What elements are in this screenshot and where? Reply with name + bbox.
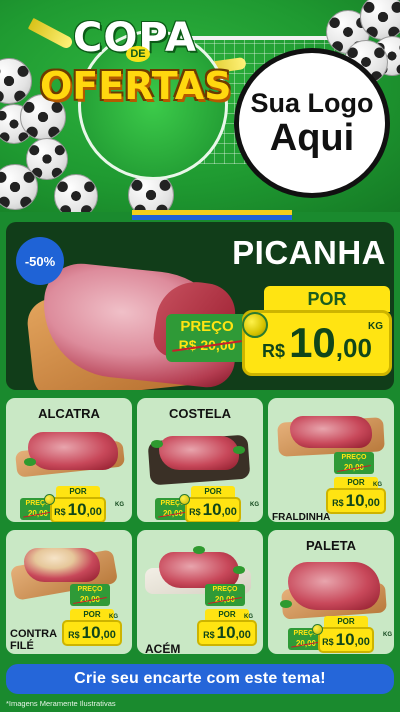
card-price-decimal: ,00 bbox=[235, 629, 251, 641]
hero-product-name: PICANHA bbox=[232, 234, 386, 271]
hero-por-label: POR bbox=[264, 286, 390, 312]
card-unit: KG bbox=[109, 614, 118, 620]
card-price-tag: R$ 10 ,00 KG bbox=[50, 497, 124, 522]
card-product-name: COSTELA bbox=[168, 406, 232, 421]
hero-currency: R$ bbox=[262, 341, 286, 361]
title-de: DE bbox=[126, 46, 150, 62]
fraldinha-image bbox=[290, 416, 372, 448]
create-flyer-button[interactable]: Crie seu encarte com este tema! bbox=[6, 664, 394, 694]
card-currency: R$ bbox=[54, 507, 66, 517]
card-price-decimal: ,00 bbox=[354, 636, 370, 648]
herb-garnish-icon bbox=[233, 446, 245, 454]
card-product-name: ALCATRA bbox=[38, 406, 100, 421]
card-price-tag: R$ 10 ,00 KG bbox=[185, 497, 259, 522]
card-price-decimal: ,00 bbox=[221, 506, 237, 518]
card-unit: KG bbox=[115, 502, 124, 508]
acem-image bbox=[159, 552, 239, 588]
contra-file-image bbox=[24, 548, 100, 582]
paleta-image bbox=[288, 562, 380, 610]
card-currency: R$ bbox=[322, 637, 334, 647]
soccer-ball-icon bbox=[312, 624, 323, 635]
costela-image bbox=[159, 436, 239, 470]
herb-garnish-icon bbox=[151, 440, 163, 448]
card-price-integer: 10 bbox=[335, 630, 355, 649]
card-old-price-box: PREÇO 20,00 bbox=[70, 584, 110, 606]
image-disclaimer: *Imagens Meramente Ilustrativas bbox=[6, 699, 116, 708]
product-card-alcatra[interactable]: ALCATRA POR PREÇO 20,00 R$ 10 ,00 KG bbox=[6, 398, 132, 522]
header-banner: COPA DE OFERTAS Sua Logo Aqui bbox=[0, 0, 400, 212]
alcatra-image bbox=[28, 432, 118, 470]
hero-preco-label: PREÇO bbox=[180, 318, 234, 335]
product-card-acem[interactable]: PREÇO 20,00 POR R$ 10 ,00 KG ACÉM bbox=[137, 530, 263, 654]
hero-old-price-box: PREÇO R$ 20,00 bbox=[166, 314, 248, 362]
card-product-name: ACÉM bbox=[145, 642, 181, 654]
card-unit: KG bbox=[244, 614, 253, 620]
herb-garnish-icon bbox=[233, 566, 245, 574]
card-old-price: 20,00 bbox=[70, 595, 110, 605]
card-price-tag: R$ 10 ,00 KG bbox=[62, 614, 122, 646]
title-ofertas: OFERTAS bbox=[40, 64, 232, 108]
card-product-name-line1: CONTRA bbox=[10, 628, 58, 640]
soccer-ball-icon bbox=[179, 494, 190, 505]
soccer-ball-icon bbox=[44, 494, 55, 505]
hero-old-price: R$ 20,00 bbox=[166, 337, 248, 353]
card-price-tag: R$ 10 ,00 KG bbox=[197, 614, 257, 646]
card-price-integer: 10 bbox=[81, 623, 101, 642]
soccer-ball-icon bbox=[0, 58, 32, 104]
card-preco-label: PREÇO bbox=[341, 454, 367, 461]
card-unit: KG bbox=[250, 502, 259, 508]
card-price-decimal: ,00 bbox=[100, 629, 116, 641]
card-price-integer: 10 bbox=[345, 491, 365, 510]
card-old-price: 20,00 bbox=[205, 595, 245, 605]
card-unit: KG bbox=[373, 482, 382, 488]
logo-text-line1: Sua Logo bbox=[250, 88, 374, 118]
card-old-price-box: PREÇO 20,00 bbox=[334, 452, 374, 474]
flag-stripes bbox=[132, 210, 292, 220]
card-unit: KG bbox=[383, 632, 392, 638]
product-card-fraldinha[interactable]: PREÇO 20,00 POR R$ 10 ,00 KG FRALDINHA bbox=[268, 398, 394, 522]
discount-badge: -50% bbox=[16, 237, 64, 285]
soccer-ball-icon bbox=[54, 174, 98, 212]
herb-garnish-icon bbox=[193, 546, 205, 554]
card-price-integer: 10 bbox=[216, 623, 236, 642]
card-price-integer: 10 bbox=[202, 500, 222, 519]
logo-text-line2: Aqui bbox=[269, 117, 355, 159]
hero-offer-card[interactable]: -50% PICANHA POR PREÇO R$ 20,00 R$ 10 ,0… bbox=[6, 222, 394, 390]
card-preco-label: PREÇO bbox=[77, 586, 103, 593]
card-price-group: POR PREÇO 20,00 R$ 10 ,00 KG bbox=[155, 486, 263, 522]
herb-garnish-icon bbox=[24, 458, 36, 466]
card-currency: R$ bbox=[203, 630, 215, 640]
card-price-decimal: ,00 bbox=[364, 497, 380, 509]
product-card-paleta[interactable]: PALETA POR PREÇO 20,00 R$ 10 ,00 KG bbox=[268, 530, 394, 654]
card-preco-label: PREÇO bbox=[212, 586, 238, 593]
card-currency: R$ bbox=[332, 498, 344, 508]
hero-price-integer: 10 bbox=[289, 319, 336, 366]
card-old-price: 20,00 bbox=[334, 463, 374, 473]
soccer-ball-icon bbox=[242, 312, 268, 338]
herb-garnish-icon bbox=[280, 600, 292, 608]
product-card-contra-file[interactable]: PREÇO 20,00 POR R$ 10 ,00 KG CONTRA FILÉ bbox=[6, 530, 132, 654]
card-product-name: FRALDINHA bbox=[272, 512, 331, 522]
copa-de-ofertas-logo: COPA DE OFERTAS bbox=[40, 18, 232, 128]
card-price-tag: R$ 10 ,00 KG bbox=[326, 482, 386, 514]
card-price-integer: 10 bbox=[67, 500, 87, 519]
card-price-decimal: ,00 bbox=[86, 506, 102, 518]
card-price-tag: R$ 10 ,00 KG bbox=[318, 627, 392, 653]
hero-unit: KG bbox=[368, 321, 383, 332]
card-product-name-line2: FILÉ bbox=[10, 640, 34, 652]
hero-price-decimal: ,00 bbox=[335, 333, 372, 363]
product-card-costela[interactable]: COSTELA POR PREÇO 20,00 R$ 10 ,00 KG bbox=[137, 398, 263, 522]
card-product-name: PALETA bbox=[305, 538, 357, 553]
card-currency: R$ bbox=[68, 630, 80, 640]
soccer-ball-icon bbox=[0, 164, 38, 210]
store-logo-placeholder[interactable]: Sua Logo Aqui bbox=[234, 48, 390, 198]
card-price-group: POR PREÇO 20,00 R$ 10 ,00 KG bbox=[20, 486, 130, 522]
card-currency: R$ bbox=[189, 507, 201, 517]
card-old-price-box: PREÇO 20,00 bbox=[205, 584, 245, 606]
card-price-group: POR PREÇO 20,00 R$ 10 ,00 KG bbox=[288, 616, 394, 654]
